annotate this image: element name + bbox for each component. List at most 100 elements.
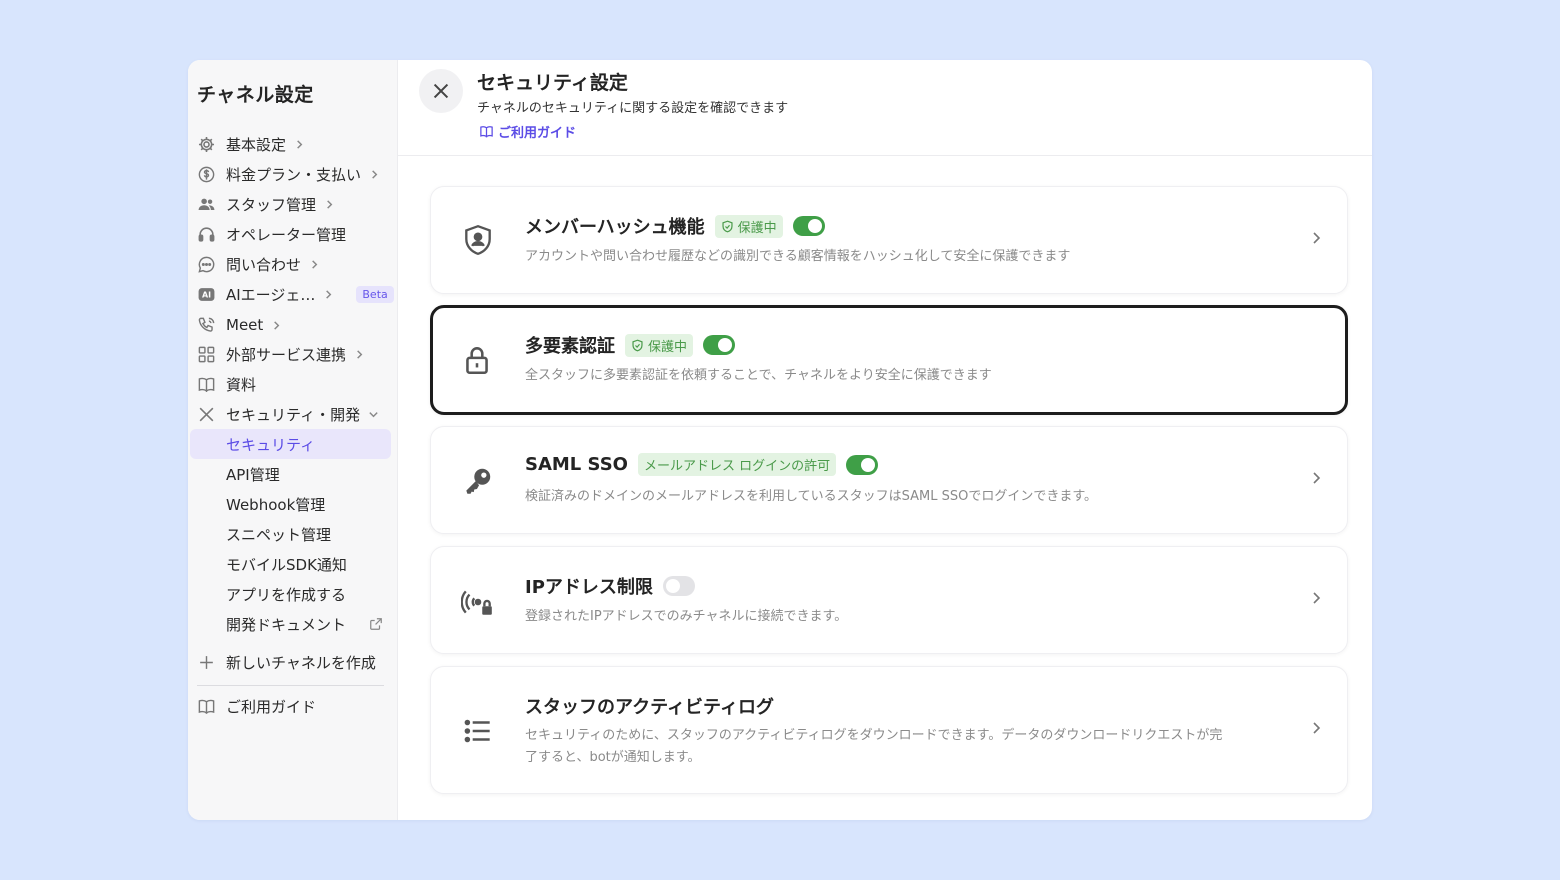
key-icon [459, 462, 497, 500]
chevron-right-icon [354, 349, 365, 360]
sidebar-item-documents[interactable]: 資料 [188, 369, 398, 399]
toggle-switch[interactable] [703, 335, 736, 355]
sidebar-item-ai-agent[interactable]: AI AIエージェ… Beta [188, 279, 398, 309]
tools-icon [188, 405, 226, 424]
card-title-row: メンバーハッシュ機能 保護中 [525, 213, 825, 239]
status-badge: 保護中 [714, 214, 783, 238]
main-panel: セキュリティ設定 チャネルのセキュリティに関する設定を確認できます ご利用ガイド… [398, 60, 1372, 820]
chevron-down-icon [368, 409, 379, 420]
card-description: アカウントや問い合わせ履歴などの識別できる顧客情報をハッシュ化して安全に保護でき… [525, 249, 1071, 264]
beta-badge: Beta [356, 285, 394, 303]
chevron-right-icon [271, 320, 282, 331]
card-description: 検証済みのドメインのメールアドレスを利用しているスタッフはSAML SSOでログ… [525, 489, 1098, 504]
status-badge: メールアドレス ログインの許可 [637, 453, 837, 476]
toggle-switch[interactable] [846, 454, 879, 475]
page-header: セキュリティ設定 チャネルのセキュリティに関する設定を確認できます ご利用ガイド [398, 60, 1372, 156]
chevron-right-icon [309, 259, 320, 270]
card-title: SAML SSO [525, 454, 628, 475]
tools-icon [419, 69, 463, 113]
external-link-icon [369, 617, 383, 631]
card-description: 登録されたIPアドレスでのみチャネルに接続できます。 [525, 609, 848, 624]
grid-icon [188, 345, 226, 364]
badge-label: 保護中 [737, 220, 777, 236]
sidebar-subitem-webhook[interactable]: Webhook管理 [188, 489, 398, 519]
chat-bubble-icon [188, 255, 226, 274]
sidebar-item-integrations[interactable]: 外部サービス連携 [188, 339, 398, 369]
badge-label: 保護中 [648, 339, 688, 355]
sidebar-item-staff[interactable]: スタッフ管理 [188, 189, 398, 219]
ai-badge-icon: AI [188, 285, 226, 304]
new-channel-button[interactable]: 新しいチャネルを作成 [188, 647, 398, 677]
sidebar-item-label: スタッフ管理 [226, 195, 317, 214]
card-description: セキュリティのために、スタッフのアクティビティログをダウンロードできます。データ… [525, 725, 1285, 769]
card-title-row: スタッフのアクティビティログ [525, 693, 774, 719]
card-description-line: 了すると、botが通知します。 [525, 750, 701, 765]
sidebar-item-label: 外部サービス連携 [226, 345, 347, 364]
headset-icon [188, 225, 226, 244]
card-member-hash[interactable]: メンバーハッシュ機能 保護中 アカウントや問い合わせ履歴などの識別できる顧客情報… [430, 186, 1348, 294]
page-subtitle: チャネルのセキュリティに関する設定を確認できます [477, 101, 789, 116]
chevron-right-icon [324, 199, 335, 210]
book-icon [188, 375, 226, 394]
book-icon [479, 124, 494, 139]
shield-check-icon [632, 339, 643, 351]
list-icon [459, 712, 497, 750]
new-channel-label: 新しいチャネルを作成 [226, 653, 376, 672]
sidebar-guide-link[interactable]: ご利用ガイド [188, 691, 398, 721]
phone-icon [188, 316, 226, 335]
sidebar-item-basic-settings[interactable]: 基本設定 [188, 129, 398, 159]
toggle-switch[interactable] [792, 216, 825, 236]
sidebar-item-label: 基本設定 [226, 135, 287, 154]
sidebar-item-label: セキュリティ・開発 [226, 405, 361, 424]
sidebar-item-label: 開発ドキュメント [226, 615, 347, 634]
settings-window: チャネル設定 基本設定 料金プラン・支払い スタッフ管理 オペレーター管理 問い… [188, 60, 1372, 820]
sidebar-subitem-security[interactable]: セキュリティ [190, 429, 391, 459]
sidebar-item-label: 資料 [226, 375, 257, 394]
card-activity-log[interactable]: スタッフのアクティビティログ セキュリティのために、スタッフのアクティビティログ… [430, 666, 1348, 794]
sidebar-subitem-create-app[interactable]: アプリを作成する [188, 579, 398, 609]
card-saml-sso[interactable]: SAML SSO メールアドレス ログインの許可 検証済みのドメインのメールアド… [430, 426, 1348, 534]
sidebar-subitem-mobile-sdk[interactable]: モバイルSDK通知 [188, 549, 398, 579]
book-icon [188, 697, 226, 716]
shield-user-icon [459, 221, 497, 259]
sidebar-item-inquiries[interactable]: 問い合わせ [188, 249, 398, 279]
chevron-right-icon [369, 169, 380, 180]
sidebar-item-meet[interactable]: Meet [188, 310, 398, 340]
broadcast-lock-icon [459, 583, 497, 621]
guide-link[interactable]: ご利用ガイド [479, 122, 576, 141]
chevron-right-icon [1309, 231, 1323, 245]
sidebar-guide-label: ご利用ガイド [226, 697, 317, 716]
card-description-line: セキュリティのために、スタッフのアクティビティログをダウンロードできます。データ… [525, 728, 1223, 743]
toggle-switch[interactable] [662, 576, 695, 596]
sidebar-item-label: オペレーター管理 [226, 225, 347, 244]
card-title: IPアドレス制限 [525, 577, 653, 598]
card-title-row: SAML SSO メールアドレス ログインの許可 [525, 453, 879, 476]
chevron-right-icon [1309, 591, 1323, 605]
sidebar: チャネル設定 基本設定 料金プラン・支払い スタッフ管理 オペレーター管理 問い… [188, 60, 398, 820]
users-icon [188, 195, 226, 214]
sidebar-item-label: Meet [226, 316, 264, 334]
sidebar-subitem-api[interactable]: API管理 [188, 459, 398, 489]
guide-link-label: ご利用ガイド [498, 126, 577, 141]
shield-check-icon [722, 220, 733, 232]
sidebar-item-billing[interactable]: 料金プラン・支払い [188, 159, 398, 189]
sidebar-subitem-snippet[interactable]: スニペット管理 [188, 519, 398, 549]
card-title: メンバーハッシュ機能 [525, 217, 705, 238]
chevron-right-icon [294, 139, 305, 150]
card-title-row: IPアドレス制限 [525, 573, 695, 599]
status-badge: 保護中 [625, 333, 694, 357]
sidebar-subitem-dev-docs[interactable]: 開発ドキュメント [188, 609, 398, 639]
chevron-right-icon [323, 289, 334, 300]
page-title: セキュリティ設定 [477, 72, 628, 94]
plus-icon [188, 653, 226, 672]
card-mfa[interactable]: 多要素認証 保護中 全スタッフに多要素認証を依頼することで、チャネルをより安全に… [430, 305, 1348, 415]
chevron-right-icon [1309, 721, 1323, 735]
sidebar-item-label: AIエージェ… [226, 285, 316, 304]
sidebar-item-security-dev[interactable]: セキュリティ・開発 [188, 399, 398, 429]
card-description: 全スタッフに多要素認証を依頼することで、チャネルをより安全に保護できます [525, 368, 992, 383]
chevron-right-icon [1309, 471, 1323, 485]
sidebar-item-label: 問い合わせ [226, 255, 302, 274]
sidebar-item-operators[interactable]: オペレーター管理 [188, 219, 398, 249]
sidebar-divider [197, 685, 384, 686]
card-ip-restriction[interactable]: IPアドレス制限 登録されたIPアドレスでのみチャネルに接続できます。 [430, 546, 1348, 654]
